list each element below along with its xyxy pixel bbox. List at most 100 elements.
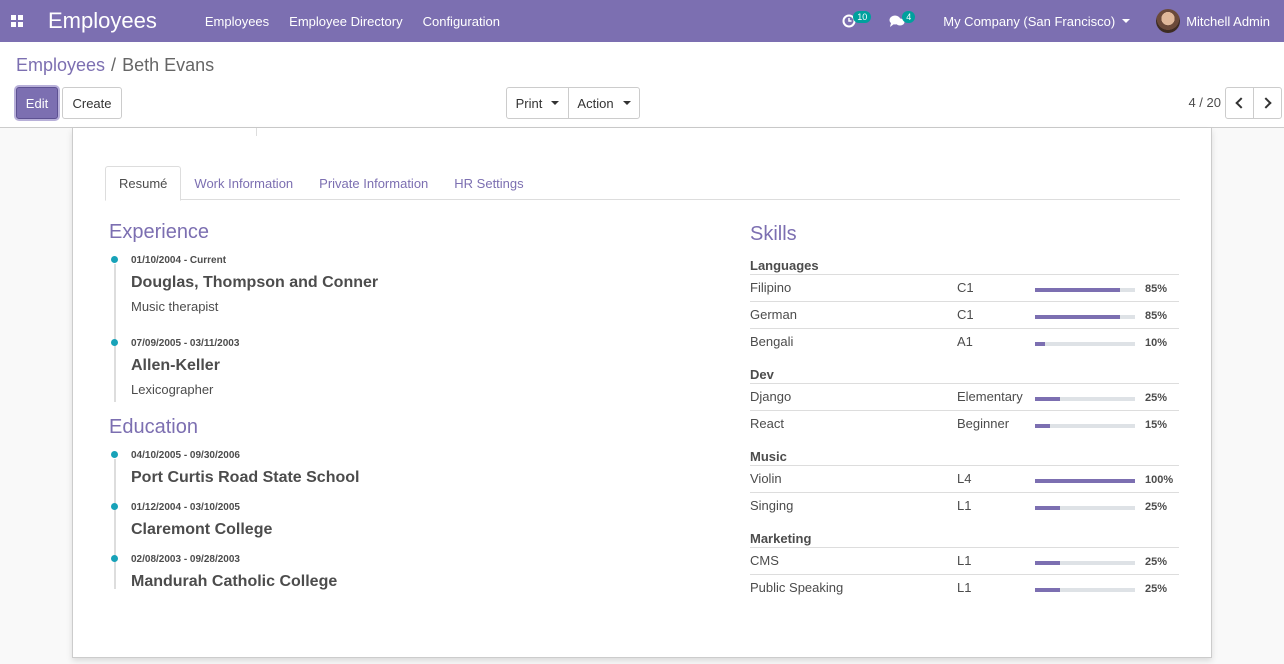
message-count-badge: 4 [902,11,916,23]
pager-next-button[interactable] [1253,87,1282,119]
education-title: Education [109,416,198,438]
resume-line-description: Music therapist [131,299,219,314]
skill-progress-label: 100% [1145,474,1174,486]
chevron-right-icon [1260,97,1272,109]
skill-progress-bar [1035,342,1135,346]
skill-progress-label: 15% [1145,419,1168,431]
skill-row[interactable]: Django Elementary 25% [750,384,1179,411]
top-navbar: Employees Employees Employee Directory C… [0,0,1284,42]
skill-row[interactable]: Singing L1 25% [750,493,1179,520]
resume-line-description: Lexicographer [131,382,214,397]
menu-item-employees[interactable]: Employees [205,14,269,29]
activity-count-badge: 10 [853,11,872,23]
resume-line-name[interactable]: Port Curtis Road State School [131,469,359,487]
skill-level: A1 [957,334,973,349]
user-menu[interactable]: Mitchell Admin [1156,9,1270,33]
company-switcher[interactable]: My Company (San Francisco) [943,13,1131,29]
skill-progress-fill [1035,315,1120,319]
education-timeline-line [114,459,116,589]
company-name: My Company (San Francisco) [943,13,1116,29]
skill-row[interactable]: Bengali A1 10% [750,329,1179,356]
skill-level: C1 [957,307,974,322]
chevron-down-icon [1122,19,1131,23]
chevron-left-icon [1235,97,1247,109]
activity-menu[interactable]: 10 [842,11,872,28]
skill-group-title: Music [750,447,1179,466]
print-dropdown[interactable]: Print [506,87,569,119]
notebook-tabs: Resumé Work Information Private Informat… [105,166,1180,201]
timeline-dot [111,555,118,562]
timeline-dot [111,451,118,458]
breadcrumb-employees[interactable]: Employees [16,55,105,75]
user-name: Mitchell Admin [1186,13,1270,29]
resume-line-name[interactable]: Mandurah Catholic College [131,573,337,591]
skill-progress-fill [1035,588,1060,592]
skill-level: L1 [957,580,972,595]
skill-group: Marketing CMS L1 25% Public Speaking L1 … [750,529,1179,602]
skill-level: L1 [957,553,972,568]
resume-line-name[interactable]: Claremont College [131,521,272,539]
skill-group-title: Languages [750,256,1179,275]
skills-table: Languages Filipino C1 85% German C1 85% … [750,256,1179,611]
tab-private-information[interactable]: Private Information [306,166,441,200]
skill-level: C1 [957,280,974,295]
skill-group-title: Dev [750,365,1179,384]
skill-progress-fill [1035,424,1050,428]
skill-name: Public Speaking [750,580,844,595]
resume-line-date: 02/08/2003 - 09/28/2003 [131,554,240,565]
skill-progress-label: 25% [1145,583,1168,595]
skill-name: German [750,307,797,322]
skill-row[interactable]: Filipino C1 85% [750,275,1179,302]
app-title[interactable]: Employees [48,8,157,34]
pager-value[interactable]: 4 / 20 [1188,95,1221,110]
skill-name: Violin [750,471,782,486]
skill-progress-bar [1035,506,1135,510]
skill-progress-fill [1035,397,1060,401]
edit-button[interactable]: Edit [16,87,58,119]
apps-menu-icon[interactable] [11,15,23,27]
skill-progress-label: 25% [1145,392,1168,404]
resume-line-name[interactable]: Douglas, Thompson and Conner [131,274,378,292]
resume-line-date: 01/10/2004 - Current [131,255,227,266]
experience-timeline-line [114,264,116,402]
create-button[interactable]: Create [62,87,122,119]
breadcrumb: Employees / Beth Evans [16,55,214,76]
action-dropdown[interactable]: Action [568,87,640,119]
timeline-dot [111,256,118,263]
skill-group: Languages Filipino C1 85% German C1 85% … [750,256,1179,356]
resume-line-name[interactable]: Allen-Keller [131,357,220,375]
skill-name: React [750,416,784,431]
skill-level: Beginner [957,416,1010,431]
resume-line-date: 01/12/2004 - 03/10/2005 [131,502,240,513]
skill-group-title: Marketing [750,529,1179,548]
skill-name: Django [750,389,792,404]
skill-progress-label: 85% [1145,310,1168,322]
chevron-down-icon [622,101,631,105]
messaging-menu[interactable]: 4 [889,11,916,28]
skill-row[interactable]: German C1 85% [750,302,1179,329]
skill-row[interactable]: CMS L1 25% [750,548,1179,575]
skill-progress-fill [1035,561,1060,565]
skill-name: Filipino [750,280,792,295]
systray: 10 4 My Company (San Francisco) Mitchell… [842,0,1284,42]
skill-progress-label: 85% [1145,283,1168,295]
skill-progress-fill [1035,479,1135,483]
skill-name: Bengali [750,334,794,349]
tab-resume[interactable]: Resumé [105,166,182,201]
skill-row[interactable]: React Beginner 15% [750,411,1179,438]
main-menu: Employees Employee Directory Configurati… [205,14,520,29]
skill-row[interactable]: Public Speaking L1 25% [750,575,1179,602]
experience-title: Experience [109,221,210,243]
scrolled-field-remnant [256,128,257,136]
breadcrumb-separator: / [111,55,117,75]
menu-item-configuration[interactable]: Configuration [423,14,500,29]
chevron-down-icon [551,101,560,105]
pager-previous-button[interactable] [1225,87,1254,119]
menu-item-employee-directory[interactable]: Employee Directory [289,14,402,29]
tab-work-information[interactable]: Work Information [181,166,306,200]
skill-progress-bar [1035,315,1135,319]
control-panel: Employees / Beth Evans Edit Create Print A… [0,42,1284,128]
tab-hr-settings[interactable]: HR Settings [441,166,536,200]
skill-row[interactable]: Violin L4 100% [750,466,1179,493]
timeline-dot [111,503,118,510]
